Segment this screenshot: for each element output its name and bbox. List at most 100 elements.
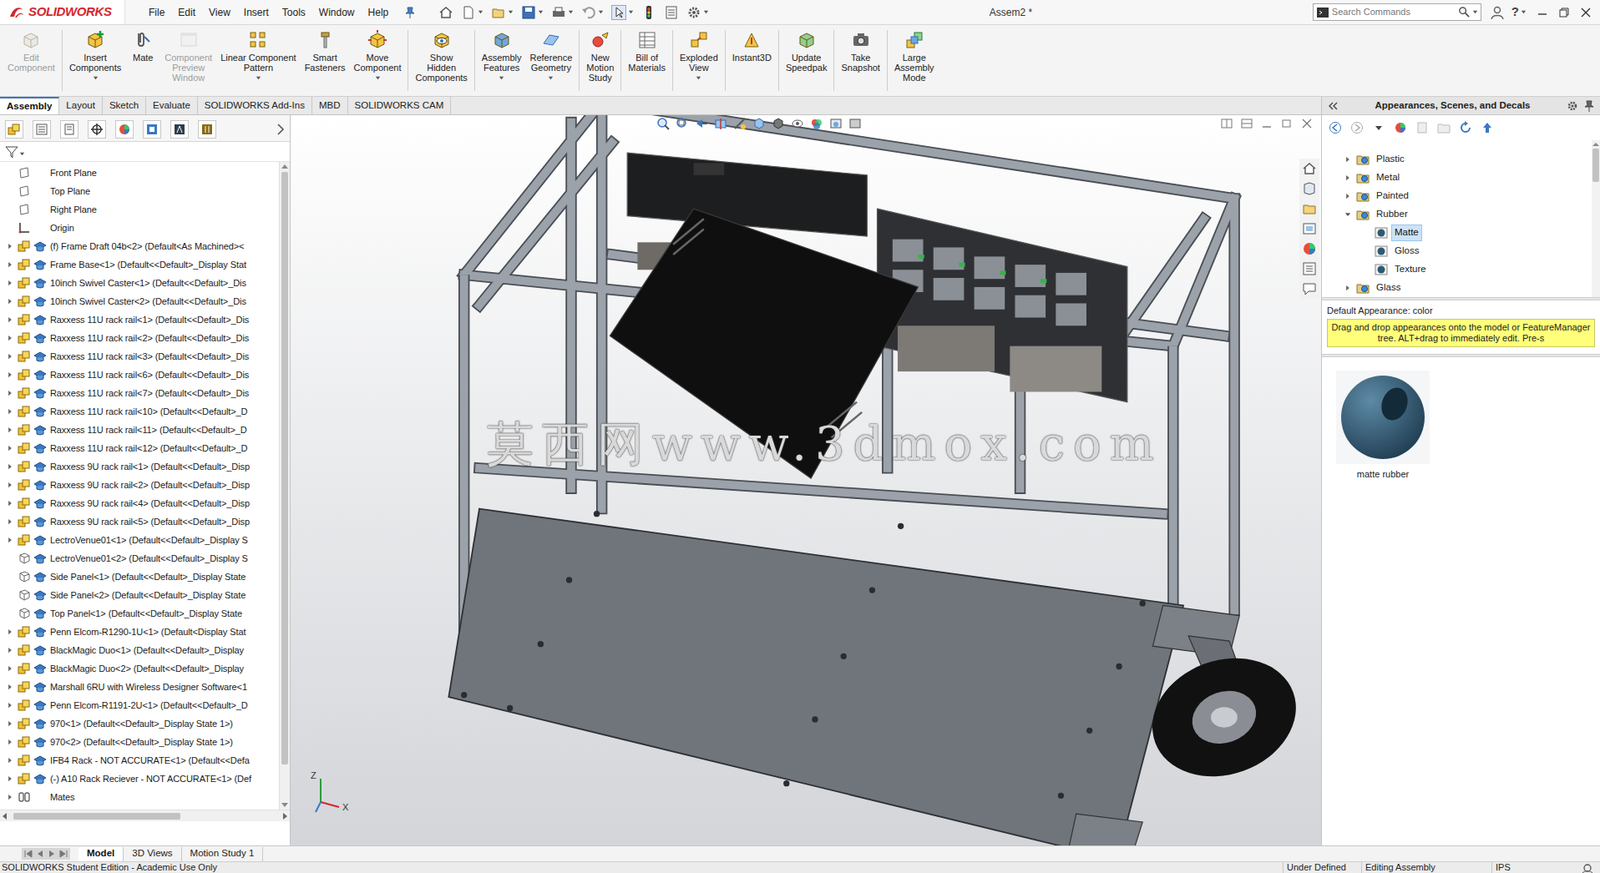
- ribbon-button[interactable]: Linear Component Pattern: [216, 25, 301, 85]
- assembly-model[interactable]: [290, 115, 1322, 846]
- viewport-close-icon[interactable]: [1301, 117, 1313, 130]
- tree-item[interactable]: Raxxess 9U rack rail<5> (Default<<Defaul…: [0, 512, 279, 532]
- expand-arrow-icon[interactable]: [5, 315, 15, 325]
- expand-arrow-icon[interactable]: [5, 499, 15, 508]
- appearance-tree-item[interactable]: Texture: [1341, 260, 1592, 279]
- heads-up-button[interactable]: [848, 116, 862, 131]
- tree-item[interactable]: Penn Elcom-R1191-2U<1> (Default<<Default…: [0, 696, 279, 715]
- scroll-up-icon[interactable]: [279, 162, 290, 173]
- expand-arrow-icon[interactable]: [5, 793, 15, 802]
- restore-icon[interactable]: [1558, 6, 1570, 19]
- appearance-thumbnail[interactable]: matte rubber: [1335, 370, 1431, 482]
- scroll-down-icon[interactable]: [279, 800, 290, 811]
- task-pane-tab[interactable]: [1301, 200, 1318, 218]
- tree-item[interactable]: Mates: [0, 788, 279, 807]
- split-view-icon[interactable]: [1220, 117, 1233, 130]
- expand-arrow-icon[interactable]: [5, 334, 15, 343]
- heads-up-button[interactable]: [829, 116, 843, 131]
- menu-item[interactable]: File: [141, 5, 172, 21]
- appearance-tree-item[interactable]: Matte: [1341, 223, 1592, 243]
- tree-item[interactable]: Side Panel<1> (Default<<Default>_Display…: [0, 567, 279, 587]
- search-input[interactable]: [1331, 5, 1459, 20]
- panel-tab[interactable]: [60, 120, 79, 139]
- next-tab-icon[interactable]: [46, 849, 57, 860]
- expand-arrow-icon[interactable]: [5, 407, 15, 416]
- previous-tab-icon[interactable]: [35, 849, 46, 860]
- expand-arrow-icon[interactable]: [5, 664, 15, 674]
- add-location-icon[interactable]: [1415, 121, 1429, 135]
- panel-tab[interactable]: [197, 120, 217, 139]
- expand-arrow-icon[interactable]: [5, 242, 15, 251]
- expand-arrow-icon[interactable]: [1343, 173, 1352, 183]
- ribbon-button[interactable]: Show Hidden Components: [410, 25, 471, 87]
- pane-splitter[interactable]: [1321, 297, 1600, 301]
- expand-arrow-icon[interactable]: [5, 646, 15, 655]
- scrollbar-thumb[interactable]: [281, 172, 289, 765]
- expand-arrow-icon[interactable]: [5, 756, 15, 765]
- task-pane-tab[interactable]: [1301, 260, 1318, 278]
- toolbar-button[interactable]: [581, 5, 604, 21]
- panel-tab[interactable]: [142, 120, 162, 139]
- expand-arrow-icon[interactable]: [5, 517, 15, 527]
- command-tab[interactable]: Layout: [59, 96, 103, 115]
- dropdown-caret-icon[interactable]: [19, 151, 26, 157]
- heads-up-button[interactable]: [771, 116, 785, 131]
- toolbar-button[interactable]: [551, 5, 574, 21]
- viewport-minimize-icon[interactable]: [1260, 117, 1273, 130]
- tree-item[interactable]: Penn Elcom-R1290-1U<1> (Default<Display …: [0, 622, 279, 642]
- tree-item[interactable]: Raxxess 11U rack rail<12> (Default<<Defa…: [0, 439, 279, 458]
- dropdown-caret-icon[interactable]: [498, 75, 505, 82]
- panel-tab[interactable]: [115, 120, 134, 139]
- panel-tab[interactable]: [87, 120, 107, 139]
- dropdown-caret-icon[interactable]: [374, 75, 381, 82]
- tree-item[interactable]: Front Plane: [0, 163, 279, 183]
- expand-arrow-icon[interactable]: [5, 370, 15, 380]
- expand-arrow-icon[interactable]: [5, 425, 15, 435]
- ribbon-button[interactable]: Bill of Materials: [623, 25, 670, 76]
- heads-up-button[interactable]: [790, 116, 805, 131]
- tree-item[interactable]: Marshall 6RU with Wireless Designer Soft…: [0, 678, 279, 697]
- horizontal-scrollbar[interactable]: [0, 810, 290, 822]
- tree-item[interactable]: Raxxess 11U rack rail<2> (Default<<Defau…: [0, 329, 279, 348]
- expand-arrow-icon[interactable]: [5, 627, 15, 637]
- ribbon-button[interactable]: Move Component: [349, 25, 406, 85]
- last-tab-icon[interactable]: [58, 849, 69, 860]
- ribbon-button[interactable]: Instant3D: [728, 25, 776, 66]
- up-folder-icon[interactable]: [1480, 121, 1494, 135]
- tree-item[interactable]: IFB4 Rack - NOT ACCURATE<1> (Default<<De…: [0, 751, 279, 770]
- scrollbar-thumb[interactable]: [1592, 148, 1600, 183]
- ribbon-button[interactable]: Update Speedpak: [781, 25, 832, 76]
- panel-tab[interactable]: [170, 120, 189, 139]
- tree-item[interactable]: Top Plane: [0, 182, 279, 201]
- collapse-arrow-icon[interactable]: [1343, 210, 1352, 219]
- heads-up-button[interactable]: [713, 116, 728, 131]
- toolbar-button[interactable]: [611, 5, 634, 21]
- ribbon-button[interactable]: Insert Components: [65, 25, 126, 85]
- toolbar-button[interactable]: [686, 5, 709, 21]
- heads-up-button[interactable]: [656, 116, 670, 131]
- vertical-scrollbar[interactable]: [1591, 140, 1600, 298]
- expand-arrow-icon[interactable]: [5, 481, 15, 490]
- command-tab[interactable]: SOLIDWORKS CAM: [348, 96, 452, 115]
- graphics-area[interactable]: 莫西网www.3dmox.com ZX: [290, 115, 1322, 846]
- tree-item[interactable]: 970<1> (Default<<Default>_Display State …: [0, 714, 279, 734]
- expand-chevron-icon[interactable]: [274, 122, 285, 137]
- dropdown-caret-icon[interactable]: [92, 75, 99, 82]
- toolbar-button[interactable]: [438, 5, 454, 21]
- appearances-home-icon[interactable]: [1393, 121, 1408, 135]
- tree-item[interactable]: Raxxess 11U rack rail<7> (Default<<Defau…: [0, 384, 279, 403]
- task-pane-tab[interactable]: [1301, 160, 1318, 178]
- task-pane-tab[interactable]: [1301, 180, 1318, 198]
- pin-icon[interactable]: [1583, 100, 1595, 112]
- tree-item[interactable]: Right Plane: [0, 200, 279, 219]
- status-bar-options-icon[interactable]: [1581, 863, 1594, 873]
- panel-tab[interactable]: [32, 120, 51, 139]
- expand-arrow-icon[interactable]: [5, 260, 15, 269]
- tree-item[interactable]: Frame Base<1> (Default<<Default>_Display…: [0, 255, 279, 274]
- back-icon[interactable]: [1328, 121, 1342, 135]
- tree-item[interactable]: 10inch Swivel Caster<1> (Default<<Defaul…: [0, 273, 279, 293]
- expand-arrow-icon[interactable]: [1343, 283, 1352, 293]
- menu-item[interactable]: Window: [312, 5, 362, 21]
- history-caret-icon[interactable]: [1372, 121, 1386, 135]
- appearance-tree-item[interactable]: Plastic: [1341, 150, 1592, 169]
